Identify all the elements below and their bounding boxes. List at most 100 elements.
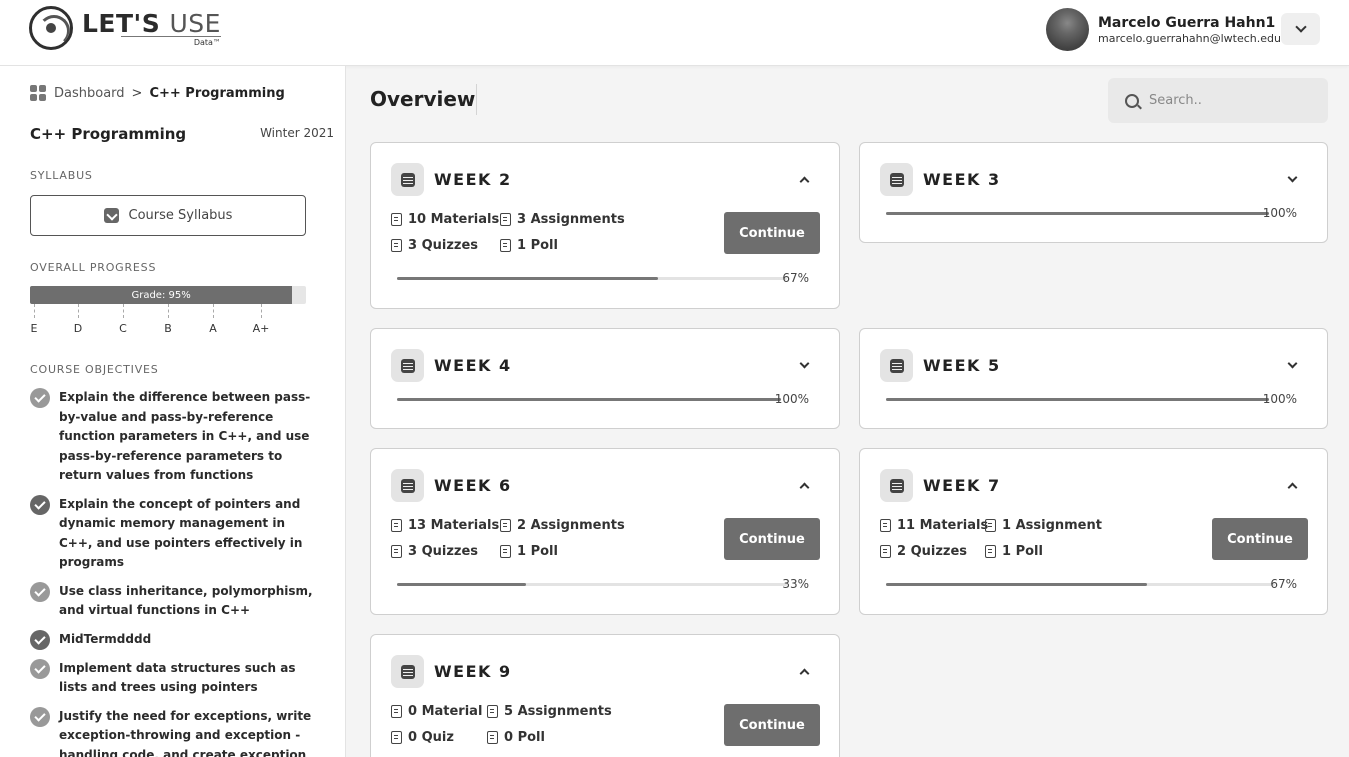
week-progress-percent: 100% bbox=[774, 392, 809, 406]
week-progress-percent: 67% bbox=[1270, 577, 1297, 591]
top-bar: LET'S USE Data™ Marcelo Guerra Hahn1 mar… bbox=[0, 0, 1349, 66]
week-title[interactable]: WEEK 6 bbox=[434, 476, 512, 495]
document-icon bbox=[391, 731, 402, 744]
document-icon bbox=[500, 545, 511, 558]
chevron-up-icon[interactable] bbox=[798, 665, 810, 678]
week-card: WEEK 5 100% bbox=[859, 328, 1328, 429]
avatar bbox=[1046, 8, 1089, 51]
continue-button[interactable]: Continue bbox=[724, 212, 820, 254]
logo-mark-icon bbox=[29, 6, 73, 50]
grade-tick-label: D bbox=[73, 322, 83, 335]
chevron-down-icon bbox=[1294, 21, 1307, 33]
week-progress-fill bbox=[397, 398, 781, 401]
grade-tick: B bbox=[158, 304, 178, 335]
course-term: Winter 2021 bbox=[260, 126, 334, 140]
breadcrumb-current: C++ Programming bbox=[149, 85, 285, 101]
logo[interactable]: LET'S USE Data™ bbox=[29, 6, 221, 50]
check-circle-icon bbox=[30, 629, 50, 650]
week-calendar-icon bbox=[391, 655, 424, 688]
week-title[interactable]: WEEK 7 bbox=[923, 476, 1001, 495]
breadcrumb-dashboard[interactable]: Dashboard bbox=[54, 86, 125, 101]
assignments-stat-label: 1 Assignment bbox=[1002, 518, 1102, 533]
week-calendar-icon bbox=[391, 469, 424, 502]
week-progress-percent: 100% bbox=[1262, 206, 1297, 220]
grade-tick-label: A+ bbox=[252, 322, 270, 335]
materials-stat: 13 Materials bbox=[391, 518, 499, 533]
search-icon bbox=[1125, 93, 1139, 108]
poll-stat-label: 1 Poll bbox=[517, 544, 558, 559]
week-title[interactable]: WEEK 4 bbox=[434, 356, 512, 375]
grade-tick: D bbox=[68, 304, 88, 335]
document-icon bbox=[391, 545, 402, 558]
continue-button[interactable]: Continue bbox=[724, 518, 820, 560]
objectives-list: Explain the difference between pass-by-v… bbox=[30, 388, 320, 757]
poll-stat: 0 Poll bbox=[487, 730, 545, 745]
quizzes-stat-label: 2 Quizzes bbox=[897, 544, 968, 559]
objective-text: Explain the concept of pointers and dyna… bbox=[59, 496, 303, 570]
grade-tick-line bbox=[33, 304, 35, 318]
week-card: WEEK 9 0 Material 5 Assignments 0 Quiz 0 Pol… bbox=[370, 634, 840, 757]
user-profile[interactable]: Marcelo Guerra Hahn1 marcelo.guerrahahn@… bbox=[1046, 8, 1281, 51]
week-title[interactable]: WEEK 9 bbox=[434, 662, 512, 681]
week-progress-fill bbox=[886, 212, 1269, 215]
search-box[interactable] bbox=[1108, 78, 1328, 123]
week-title[interactable]: WEEK 2 bbox=[434, 170, 512, 189]
week-progress-fill bbox=[397, 583, 526, 586]
week-card: WEEK 3 100% bbox=[859, 142, 1328, 243]
chevron-up-icon[interactable] bbox=[798, 479, 810, 492]
chevron-up-icon[interactable] bbox=[1286, 479, 1298, 492]
logo-sub: Data™ bbox=[120, 35, 221, 47]
quizzes-stat-label: 3 Quizzes bbox=[408, 238, 479, 253]
chevron-down-icon[interactable] bbox=[1286, 172, 1298, 185]
grade-tick-line bbox=[167, 304, 169, 318]
user-menu-button[interactable] bbox=[1281, 13, 1320, 45]
grade-tick: C bbox=[113, 304, 133, 335]
grade-tick: A bbox=[203, 304, 223, 335]
objective-item: MidTermdddd bbox=[30, 629, 320, 650]
sidebar: Dashboard > C++ Programming C++ Programm… bbox=[0, 66, 346, 757]
continue-button[interactable]: Continue bbox=[1212, 518, 1308, 560]
objective-text: MidTermdddd bbox=[59, 631, 152, 646]
objective-text: Use class inheritance, polymorphism, and… bbox=[59, 583, 313, 618]
week-progress-bar bbox=[397, 583, 787, 586]
materials-stat: 11 Materials bbox=[880, 518, 988, 533]
course-syllabus-label: Course Syllabus bbox=[128, 208, 233, 223]
check-circle-icon bbox=[30, 658, 50, 679]
objective-item: Implement data structures such as lists … bbox=[30, 658, 320, 698]
search-input[interactable] bbox=[1149, 93, 1309, 108]
download-icon bbox=[103, 208, 119, 223]
chevron-up-icon[interactable] bbox=[798, 173, 810, 186]
breadcrumb-separator: > bbox=[131, 85, 143, 101]
week-progress-percent: 67% bbox=[782, 271, 809, 285]
materials-stat-label: 10 Materials bbox=[408, 212, 500, 227]
materials-stat-label: 13 Materials bbox=[408, 518, 500, 533]
continue-button[interactable]: Continue bbox=[724, 704, 820, 746]
logo-word-use: USE bbox=[169, 8, 221, 38]
objective-item: Justify the need for exceptions, write e… bbox=[30, 706, 320, 757]
grade-tick-line bbox=[77, 304, 79, 318]
poll-stat: 1 Poll bbox=[985, 544, 1043, 559]
quizzes-stat: 3 Quizzes bbox=[391, 544, 478, 559]
breadcrumb: Dashboard > C++ Programming bbox=[30, 85, 285, 101]
grade-tick-line bbox=[122, 304, 124, 318]
syllabus-heading: SYLLABUS bbox=[30, 169, 93, 182]
chevron-down-icon[interactable] bbox=[1286, 358, 1298, 371]
title-divider bbox=[476, 84, 477, 115]
document-icon bbox=[391, 239, 402, 252]
week-progress-fill bbox=[397, 277, 659, 280]
week-progress-fill bbox=[886, 583, 1147, 586]
chevron-down-icon[interactable] bbox=[798, 358, 810, 371]
week-title[interactable]: WEEK 3 bbox=[923, 170, 1001, 189]
assignments-stat-label: 2 Assignments bbox=[517, 518, 625, 533]
document-icon bbox=[880, 519, 891, 532]
grade-tick: A+ bbox=[251, 304, 271, 335]
assignments-stat: 5 Assignments bbox=[487, 704, 612, 719]
week-title[interactable]: WEEK 5 bbox=[923, 356, 1001, 375]
course-syllabus-button[interactable]: Course Syllabus bbox=[30, 195, 306, 236]
poll-stat-label: 0 Poll bbox=[504, 730, 545, 745]
quizzes-stat: 2 Quizzes bbox=[880, 544, 967, 559]
document-icon bbox=[985, 545, 996, 558]
week-card: WEEK 6 13 Materials 2 Assignments 3 Quizzes… bbox=[370, 448, 840, 615]
logo-word-lets: LET'S bbox=[82, 8, 161, 38]
grade-tick-label: B bbox=[164, 322, 172, 335]
